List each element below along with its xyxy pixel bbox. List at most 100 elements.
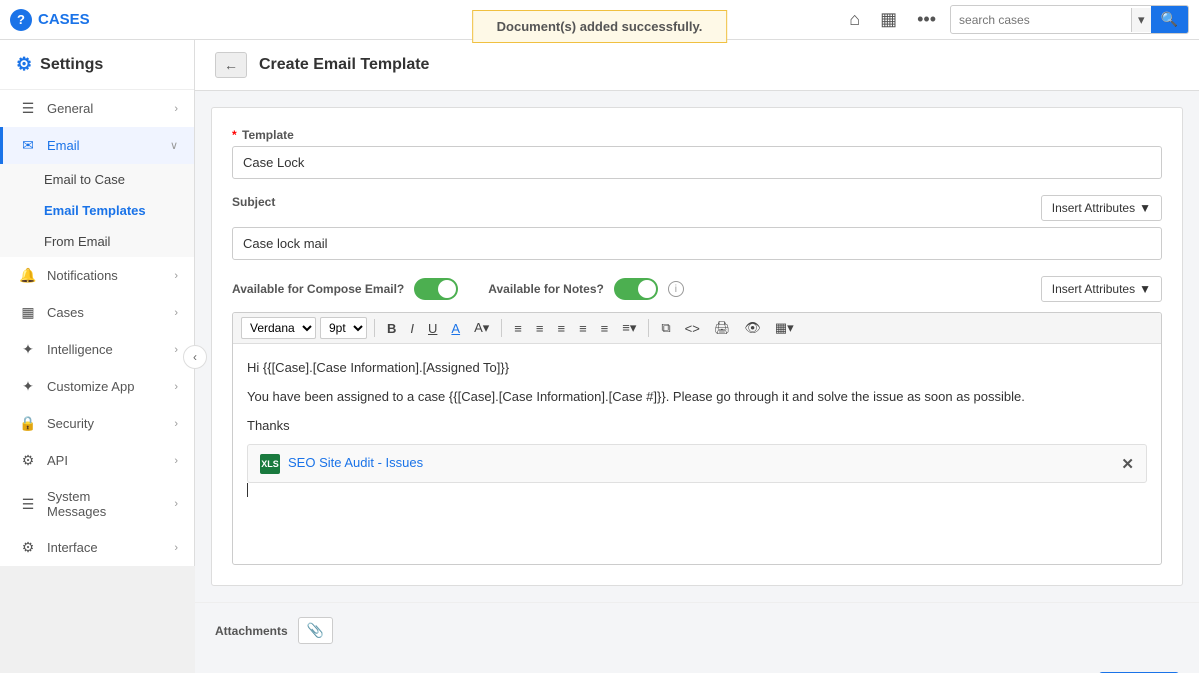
sidebar-item-notifications[interactable]: 🔔 Notifications › — [0, 257, 194, 294]
interface-icon: ⚙ — [19, 539, 37, 556]
highlight-button[interactable]: A▾ — [469, 317, 494, 339]
settings-icon: ⚙ — [16, 54, 32, 75]
insert-attributes-button-body[interactable]: Insert Attributes ▼ — [1041, 276, 1162, 302]
home-button[interactable]: ⌂ — [845, 5, 864, 34]
general-arrow: › — [174, 103, 178, 115]
sidebar-title: Settings — [40, 56, 103, 74]
compose-row: Available for Compose Email? Available f… — [232, 276, 1162, 302]
security-arrow: › — [174, 418, 178, 430]
api-icon: ⚙ — [19, 452, 37, 469]
link-button[interactable]: ⧉ — [656, 317, 675, 339]
number-list-button[interactable]: ≡▾ — [617, 317, 641, 339]
sidebar-item-label: Cases — [47, 305, 164, 320]
cases-arrow: › — [174, 307, 178, 319]
main-content: ← Create Email Template * Template Subje… — [195, 40, 1199, 673]
editor-line-2: You have been assigned to a case {{[Case… — [247, 387, 1147, 408]
cursor — [247, 483, 248, 497]
sidebar-subitem-from-email[interactable]: From Email — [0, 226, 194, 257]
sidebar-subitem-email-templates[interactable]: Email Templates — [0, 195, 194, 226]
search-dropdown[interactable]: ▾ — [1131, 8, 1151, 32]
template-group: * Template — [232, 128, 1162, 179]
system-messages-arrow: › — [174, 498, 178, 510]
table-button[interactable]: ▦▾ — [770, 317, 799, 339]
sidebar-item-intelligence[interactable]: ✦ Intelligence › — [0, 331, 194, 368]
sidebar-header: ⚙ Settings — [0, 40, 194, 90]
sidebar-collapse-button[interactable]: ‹ — [183, 345, 207, 369]
success-banner: Document(s) added successfully. — [472, 10, 728, 43]
sidebar-item-label: API — [47, 453, 164, 468]
justify-button[interactable]: ≡ — [574, 318, 592, 339]
page-title: Create Email Template — [259, 56, 429, 74]
intelligence-arrow: › — [174, 344, 178, 356]
align-center-button[interactable]: ≡ — [531, 318, 549, 339]
sidebar-item-general[interactable]: ☰ General › — [0, 90, 194, 127]
sidebar-item-interface[interactable]: ⚙ Interface › — [0, 529, 194, 566]
search-input[interactable] — [951, 9, 1131, 31]
sidebar-item-label: Interface — [47, 540, 164, 555]
general-icon: ☰ — [19, 100, 37, 117]
attachment-close-button[interactable]: ✕ — [1121, 455, 1134, 473]
sidebar-item-api[interactable]: ⚙ API › — [0, 442, 194, 479]
notifications-icon: 🔔 — [19, 267, 37, 284]
print-button[interactable]: 🖨 — [709, 317, 736, 339]
template-input[interactable] — [232, 146, 1162, 179]
notifications-arrow: › — [174, 270, 178, 282]
sidebar-item-system-messages[interactable]: ☰ SystemMessages › — [0, 479, 194, 529]
editor-line-3: Thanks — [247, 416, 1147, 437]
compose-email-label: Available for Compose Email? — [232, 282, 404, 296]
font-size-select[interactable]: 9pt — [320, 317, 367, 339]
security-icon: 🔒 — [19, 415, 37, 432]
more-button[interactable]: ••• — [913, 5, 940, 34]
underline-button[interactable]: U — [423, 318, 442, 339]
brand-name: CASES — [38, 11, 90, 28]
font-family-select[interactable]: Verdana — [241, 317, 316, 339]
notes-label: Available for Notes? — [488, 282, 604, 296]
attachment-card-left: XLS SEO Site Audit - Issues — [260, 453, 423, 474]
bullet-list-button[interactable]: ≡ — [596, 318, 614, 339]
insert-attributes-button-subject[interactable]: Insert Attributes ▼ — [1041, 195, 1162, 221]
top-nav: ? CASES Document(s) added successfully. … — [0, 0, 1199, 40]
italic-button[interactable]: I — [405, 318, 419, 339]
preview-button[interactable]: 👁 — [739, 317, 766, 339]
sidebar-item-customize-app[interactable]: ✦ Customize App › — [0, 368, 194, 405]
sidebar-item-label: SystemMessages — [47, 489, 164, 519]
template-label: * Template — [232, 128, 1162, 142]
attachment-link[interactable]: SEO Site Audit - Issues — [288, 453, 423, 474]
editor-line-1: Hi {{[Case].[Case Information].[Assigned… — [247, 358, 1147, 379]
bold-button[interactable]: B — [382, 318, 401, 339]
attachments-label: Attachments — [215, 624, 288, 638]
toolbar-divider-2 — [501, 319, 502, 337]
sidebar-item-label: Notifications — [47, 268, 164, 283]
subject-input[interactable] — [232, 227, 1162, 260]
align-right-button[interactable]: ≡ — [552, 318, 570, 339]
chart-button[interactable]: ▦ — [876, 5, 901, 34]
attachment-card: XLS SEO Site Audit - Issues ✕ — [247, 444, 1147, 483]
attach-file-button[interactable]: 📎 — [298, 617, 333, 644]
toolbar-divider — [374, 319, 375, 337]
cases-icon: ▦ — [19, 304, 37, 321]
xls-icon: XLS — [260, 454, 280, 474]
subject-group: Subject Insert Attributes ▼ — [232, 195, 1162, 260]
notes-toggle[interactable] — [614, 278, 658, 300]
sidebar-item-cases[interactable]: ▦ Cases › — [0, 294, 194, 331]
page-header: ← Create Email Template — [195, 40, 1199, 91]
back-button[interactable]: ← — [215, 52, 247, 78]
code-button[interactable]: <> — [680, 318, 705, 339]
compose-email-group: Available for Compose Email? — [232, 278, 458, 300]
compose-email-toggle[interactable] — [414, 278, 458, 300]
align-left-button[interactable]: ≡ — [509, 318, 527, 339]
sidebar-item-email[interactable]: ✉ Email ∨ — [0, 127, 194, 164]
sidebar-subitem-email-to-case[interactable]: Email to Case — [0, 164, 194, 195]
email-editor: Verdana 9pt B I U A A▾ ≡ ≡ ≡ ≡ ≡ — [232, 312, 1162, 565]
customize-arrow: › — [174, 381, 178, 393]
notes-info-icon[interactable]: i — [668, 281, 684, 297]
text-color-button[interactable]: A — [446, 318, 465, 339]
sidebar-item-label: General — [47, 101, 164, 116]
intelligence-icon: ✦ — [19, 341, 37, 358]
search-button[interactable]: 🔍 — [1151, 6, 1188, 33]
editor-toolbar: Verdana 9pt B I U A A▾ ≡ ≡ ≡ ≡ ≡ — [233, 313, 1161, 344]
sidebar-item-security[interactable]: 🔒 Security › — [0, 405, 194, 442]
editor-body[interactable]: Hi {{[Case].[Case Information].[Assigned… — [233, 344, 1161, 564]
sidebar: ⚙ Settings ☰ General › ✉ Email ∨ Email t… — [0, 40, 195, 566]
email-icon: ✉ — [19, 137, 37, 154]
